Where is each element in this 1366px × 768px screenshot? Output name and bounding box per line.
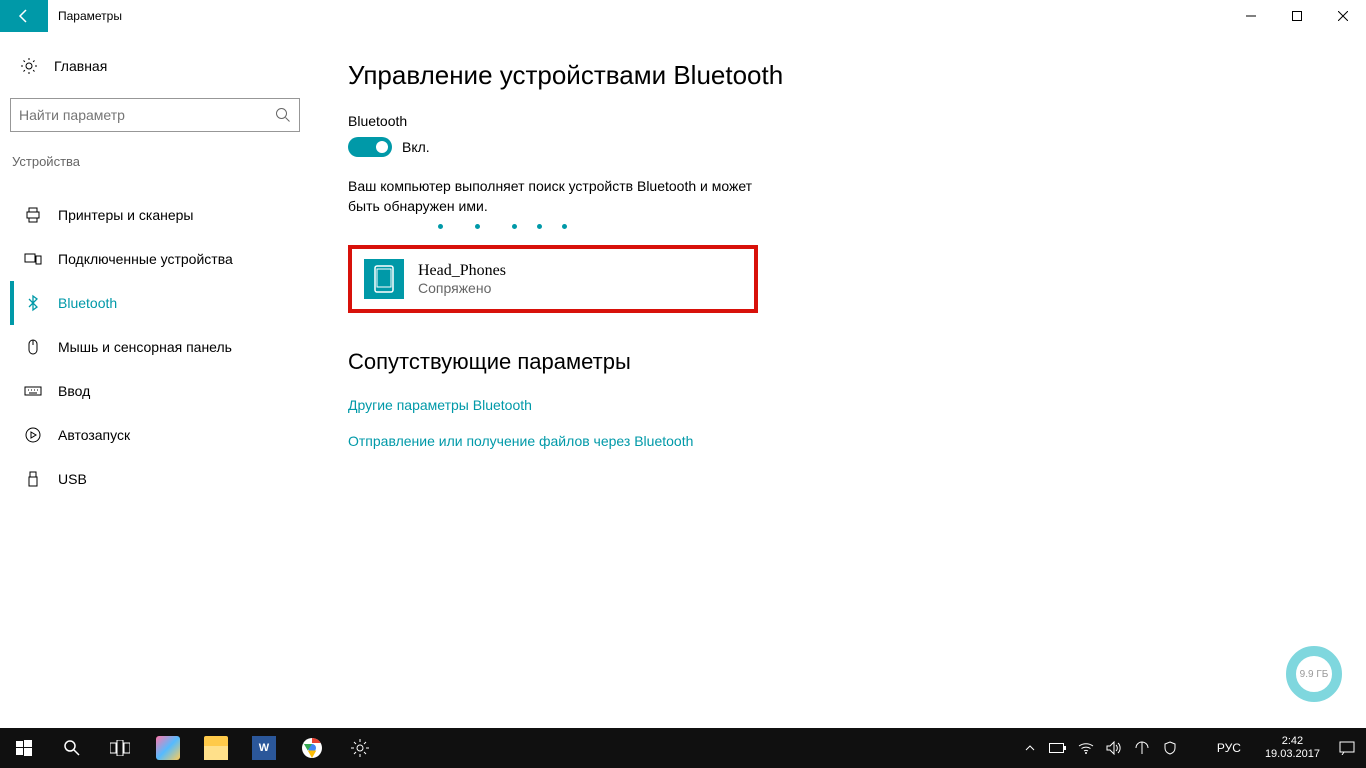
clock-date: 19.03.2017 <box>1265 748 1320 761</box>
tray-battery-icon[interactable] <box>1049 742 1067 754</box>
search-task-button[interactable] <box>48 728 96 768</box>
nav-typing[interactable]: Ввод <box>10 369 300 413</box>
phone-icon <box>364 259 404 299</box>
tray-chevron-up-icon[interactable] <box>1021 742 1039 754</box>
nav-label: Подключенные устройства <box>58 251 233 267</box>
nav-printers[interactable]: Принтеры и сканеры <box>10 193 300 237</box>
related-heading: Сопутствующие параметры <box>348 349 783 375</box>
link-more-bluetooth[interactable]: Другие параметры Bluetooth <box>348 397 783 413</box>
mouse-icon <box>24 338 44 356</box>
taskbar-app-settings[interactable] <box>336 728 384 768</box>
bluetooth-icon <box>24 294 44 312</box>
nav-label: Мышь и сенсорная панель <box>58 339 232 355</box>
nav-label: Принтеры и сканеры <box>58 207 193 223</box>
taskbar-app-word[interactable]: W <box>240 728 288 768</box>
action-center-icon[interactable] <box>1338 741 1356 755</box>
window-title: Параметры <box>48 9 122 23</box>
category-label: Устройства <box>10 154 300 169</box>
storage-badge[interactable]: 9.9 ГБ <box>1286 646 1342 702</box>
language-indicator[interactable]: РУС <box>1211 741 1247 755</box>
main-content: Управление устройствами Bluetooth Blueto… <box>300 32 783 728</box>
nav-label: Ввод <box>58 383 90 399</box>
autoplay-icon <box>24 426 44 444</box>
taskbar-app-chrome[interactable] <box>288 728 336 768</box>
progress-dots <box>348 224 783 229</box>
device-name: Head_Phones <box>418 262 506 280</box>
bluetooth-label: Bluetooth <box>348 113 783 129</box>
settings-search[interactable] <box>10 98 300 132</box>
badge-text: 9.9 ГБ <box>1300 669 1329 680</box>
tray-app-icon[interactable] <box>1133 741 1151 755</box>
task-view-button[interactable] <box>96 728 144 768</box>
printer-icon <box>24 206 44 224</box>
toggle-state: Вкл. <box>402 139 430 155</box>
tray-defender-icon[interactable] <box>1161 741 1179 755</box>
gear-icon <box>20 57 40 75</box>
minimize-button[interactable] <box>1228 0 1274 32</box>
back-button[interactable] <box>0 0 48 32</box>
nav-autoplay[interactable]: Автозапуск <box>10 413 300 457</box>
home-label: Главная <box>54 58 107 74</box>
devices-icon <box>24 250 44 268</box>
search-status-text: Ваш компьютер выполняет поиск устройств … <box>348 177 778 216</box>
taskbar-app-explorer[interactable] <box>192 728 240 768</box>
nav-usb[interactable]: USB <box>10 457 300 501</box>
maximize-button[interactable] <box>1274 0 1320 32</box>
clock[interactable]: 2:42 19.03.2017 <box>1257 735 1328 761</box>
search-input[interactable] <box>19 107 275 123</box>
clock-time: 2:42 <box>1265 735 1320 748</box>
search-icon <box>275 107 291 123</box>
usb-icon <box>24 470 44 488</box>
taskbar-app-paint[interactable] <box>144 728 192 768</box>
device-item[interactable]: Head_Phones Сопряжено <box>348 245 758 313</box>
start-button[interactable] <box>0 728 48 768</box>
sidebar: Главная Устройства Принтеры и сканеры По… <box>0 32 300 728</box>
link-send-receive-files[interactable]: Отправление или получение файлов через B… <box>348 433 783 449</box>
close-button[interactable] <box>1320 0 1366 32</box>
keyboard-icon <box>24 382 44 400</box>
toggle-knob <box>376 141 388 153</box>
tray-volume-icon[interactable] <box>1105 741 1123 755</box>
nav-mouse[interactable]: Мышь и сенсорная панель <box>10 325 300 369</box>
nav-connected-devices[interactable]: Подключенные устройства <box>10 237 300 281</box>
tray-wifi-icon[interactable] <box>1077 742 1095 754</box>
nav-label: USB <box>58 471 87 487</box>
bluetooth-toggle[interactable] <box>348 137 392 157</box>
taskbar: W РУС 2:42 19.03.2017 <box>0 728 1366 768</box>
nav-bluetooth[interactable]: Bluetooth <box>10 281 300 325</box>
device-state: Сопряжено <box>418 280 506 296</box>
page-heading: Управление устройствами Bluetooth <box>348 60 783 91</box>
home-nav[interactable]: Главная <box>10 50 300 82</box>
nav-label: Bluetooth <box>58 295 117 311</box>
nav-label: Автозапуск <box>58 427 130 443</box>
